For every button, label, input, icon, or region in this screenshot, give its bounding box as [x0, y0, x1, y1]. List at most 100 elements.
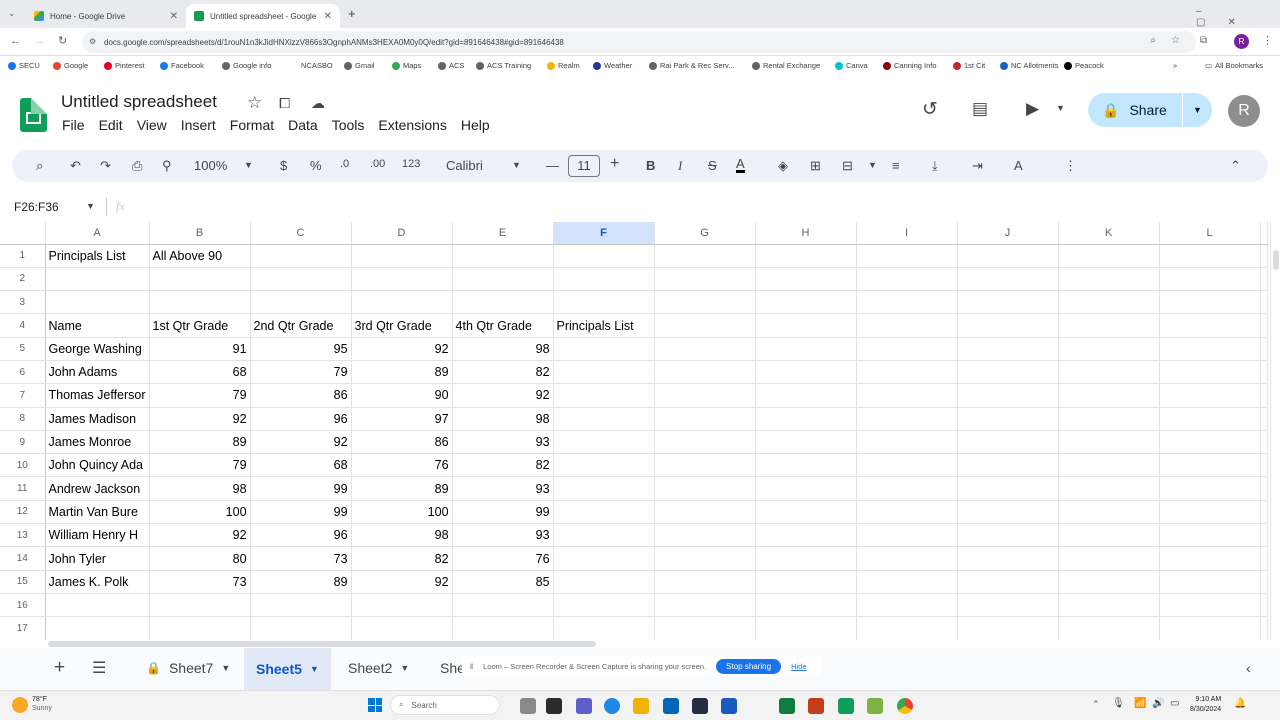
increase-decimal-button[interactable]: .00	[370, 158, 385, 170]
cell-f12[interactable]	[553, 500, 655, 525]
close-tab-icon[interactable]: ✕	[170, 11, 178, 22]
cell-c4[interactable]: 2nd Qtr Grade	[250, 313, 352, 338]
bookmark-item[interactable]: Maps	[392, 61, 421, 70]
cell-j4[interactable]	[957, 313, 1059, 338]
cell-e5[interactable]: 98	[452, 337, 554, 361]
cell-j10[interactable]	[957, 453, 1059, 478]
all-bookmarks[interactable]: ▭ All Bookmarks	[1205, 61, 1263, 70]
cell-j14[interactable]	[957, 546, 1059, 571]
cell-d14[interactable]: 82	[351, 546, 453, 571]
cell-a9[interactable]: James Monroe	[45, 430, 150, 455]
cell-c15[interactable]: 89	[250, 570, 352, 594]
row-header[interactable]: 1	[0, 244, 46, 268]
cell-h3[interactable]	[755, 290, 857, 315]
cell-f9[interactable]	[553, 430, 655, 455]
cell-k14[interactable]	[1058, 546, 1160, 571]
cell-l17[interactable]	[1159, 616, 1261, 640]
cell-d11[interactable]: 89	[351, 476, 453, 501]
cell-k3[interactable]	[1058, 290, 1160, 315]
cell-a6[interactable]: John Adams	[45, 360, 150, 385]
stop-sharing-button[interactable]: Stop sharing	[716, 658, 782, 674]
cell-f11[interactable]	[553, 476, 655, 501]
cell-l15[interactable]	[1159, 570, 1261, 594]
browser-tab-sheets[interactable]: Untitled spreadsheet - Google ✕	[186, 4, 340, 28]
column-header-g[interactable]: G	[654, 222, 756, 245]
bookmark-item[interactable]: Facebook	[160, 61, 204, 70]
cell-h8[interactable]	[755, 407, 857, 431]
bookmark-item[interactable]: Canva	[835, 61, 868, 70]
cell-d4[interactable]: 3rd Qtr Grade	[351, 313, 453, 338]
powerpoint-icon[interactable]	[808, 698, 824, 714]
site-info-icon[interactable]: ⚙	[89, 37, 96, 46]
close-tab-icon[interactable]: ✕	[324, 11, 332, 22]
cell-d6[interactable]: 89	[351, 360, 453, 385]
cell-d8[interactable]: 97	[351, 407, 453, 431]
cell-k13[interactable]	[1058, 523, 1160, 548]
redo-icon[interactable]: ↷	[100, 158, 111, 174]
cell-i3[interactable]	[856, 290, 958, 315]
cloud-status-icon[interactable]: ☁	[311, 95, 325, 112]
cell-a3[interactable]	[45, 290, 150, 315]
cell-g14[interactable]	[654, 546, 756, 571]
notifications-icon[interactable]: 🔔	[1234, 698, 1246, 709]
row-header[interactable]: 13	[0, 523, 46, 548]
scroll-thumb[interactable]	[48, 641, 596, 647]
cell-k8[interactable]	[1058, 407, 1160, 431]
cell-b12[interactable]: 100	[149, 500, 251, 525]
cell-b1[interactable]: All Above 90	[149, 244, 251, 268]
cell-l14[interactable]	[1159, 546, 1261, 571]
cell-g5[interactable]	[654, 337, 756, 361]
cell-g4[interactable]	[654, 313, 756, 338]
cell-b17[interactable]	[149, 616, 251, 640]
bookmark-item[interactable]: Canning Info	[883, 61, 937, 70]
cell-h11[interactable]	[755, 476, 857, 501]
cell-f13[interactable]	[553, 523, 655, 548]
cell-b2[interactable]	[149, 267, 251, 292]
cell-e4[interactable]: 4th Qtr Grade	[452, 313, 554, 338]
cell-e17[interactable]	[452, 616, 554, 640]
menu-help[interactable]: Help	[461, 117, 490, 133]
store-icon[interactable]	[663, 698, 679, 714]
cell-c14[interactable]: 73	[250, 546, 352, 571]
cell-l12[interactable]	[1159, 500, 1261, 525]
undo-icon[interactable]: ↶	[70, 158, 81, 174]
cell-h15[interactable]	[755, 570, 857, 594]
cell-h4[interactable]	[755, 313, 857, 338]
cell-j1[interactable]	[957, 244, 1059, 268]
cell-c12[interactable]: 99	[250, 500, 352, 525]
cell-g6[interactable]	[654, 360, 756, 385]
italic-button[interactable]: I	[678, 158, 682, 174]
horizontal-align-icon[interactable]: ≡	[892, 158, 900, 173]
more-formats-button[interactable]: 123	[402, 158, 420, 170]
cell-j5[interactable]	[957, 337, 1059, 361]
sheets-taskbar-icon[interactable]	[838, 698, 854, 714]
cell-i16[interactable]	[856, 593, 958, 618]
cell-h7[interactable]	[755, 383, 857, 408]
cell-g12[interactable]	[654, 500, 756, 525]
bookmark-item[interactable]: Weather	[593, 61, 632, 70]
column-header-i[interactable]: I	[856, 222, 958, 245]
browser-menu-icon[interactable]: ⋮	[1262, 34, 1273, 47]
edge-icon[interactable]	[604, 698, 620, 714]
row-header[interactable]: 5	[0, 337, 46, 361]
cell-i9[interactable]	[856, 430, 958, 455]
bookmark-item[interactable]: Google	[53, 61, 88, 70]
bookmark-item[interactable]: SECU	[8, 61, 40, 70]
browser-tab-drive[interactable]: Home - Google Drive ✕	[26, 4, 186, 28]
cell-b14[interactable]: 80	[149, 546, 251, 571]
weather-icon[interactable]	[12, 697, 28, 713]
cell-c6[interactable]: 79	[250, 360, 352, 385]
spreadsheet-grid[interactable]: A B C D E F G H I J K L 1 Principals List All Above 90…	[0, 222, 1268, 640]
cell-d15[interactable]: 92	[351, 570, 453, 594]
taskbar-app-icon[interactable]	[520, 698, 536, 714]
cell-j2[interactable]	[957, 267, 1059, 292]
cell-b15[interactable]: 73	[149, 570, 251, 594]
bookmark-item[interactable]: Pinterest	[104, 61, 145, 70]
column-header-a[interactable]: A	[45, 222, 150, 245]
cell-d2[interactable]	[351, 267, 453, 292]
cell-d7[interactable]: 90	[351, 383, 453, 408]
bookmark-item[interactable]: ACS Training	[476, 61, 531, 70]
cell-l16[interactable]	[1159, 593, 1261, 618]
cell-j16[interactable]	[957, 593, 1059, 618]
cell-g17[interactable]	[654, 616, 756, 640]
